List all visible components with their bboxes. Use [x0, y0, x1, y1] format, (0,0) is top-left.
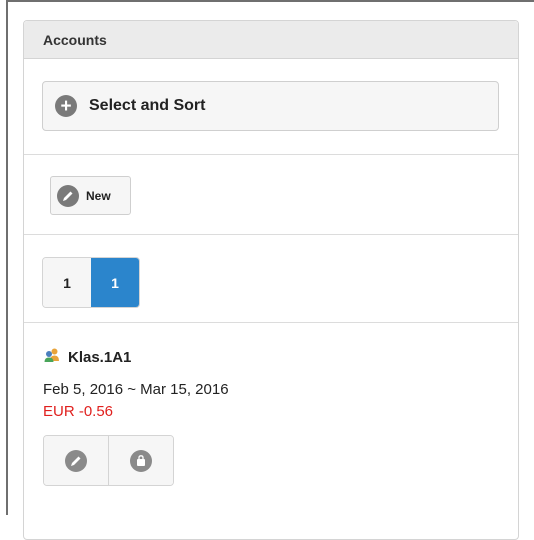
panel-title: Accounts — [24, 21, 518, 59]
account-date-range: Feb 5, 2016 ~ Mar 15, 2016 — [43, 381, 229, 398]
pagination: 1 1 — [42, 257, 140, 308]
new-section: New — [24, 155, 518, 235]
select-sort-section: + Select and Sort — [24, 59, 518, 155]
account-item: Klas.1A1 Feb 5, 2016 ~ Mar 15, 2016 EUR … — [24, 323, 518, 503]
new-button[interactable]: New — [50, 176, 131, 215]
pencil-circle-icon — [57, 184, 79, 207]
pagination-section: 1 1 — [24, 235, 518, 323]
page-button[interactable]: 1 — [43, 258, 91, 307]
new-button-label: New — [86, 188, 111, 203]
account-bag-button[interactable] — [108, 436, 173, 485]
window-frame-top — [6, 0, 534, 2]
edit-account-button[interactable] — [44, 436, 108, 485]
account-title-row: Klas.1A1 — [44, 348, 131, 367]
bag-circle-icon — [130, 449, 152, 472]
window-frame-left — [6, 0, 8, 515]
select-and-sort-label: Select and Sort — [89, 97, 206, 114]
page-button-active[interactable]: 1 — [91, 258, 139, 307]
select-and-sort-button[interactable]: + Select and Sort — [42, 81, 499, 131]
plus-circle-icon: + — [55, 95, 77, 117]
pencil-circle-icon — [65, 449, 87, 472]
account-balance: EUR -0.56 — [43, 403, 114, 420]
accounts-panel: Accounts + Select and Sort New 1 1 Klas.… — [23, 20, 519, 540]
users-icon — [44, 348, 60, 367]
account-name[interactable]: Klas.1A1 — [68, 349, 131, 366]
account-actions — [43, 435, 174, 486]
